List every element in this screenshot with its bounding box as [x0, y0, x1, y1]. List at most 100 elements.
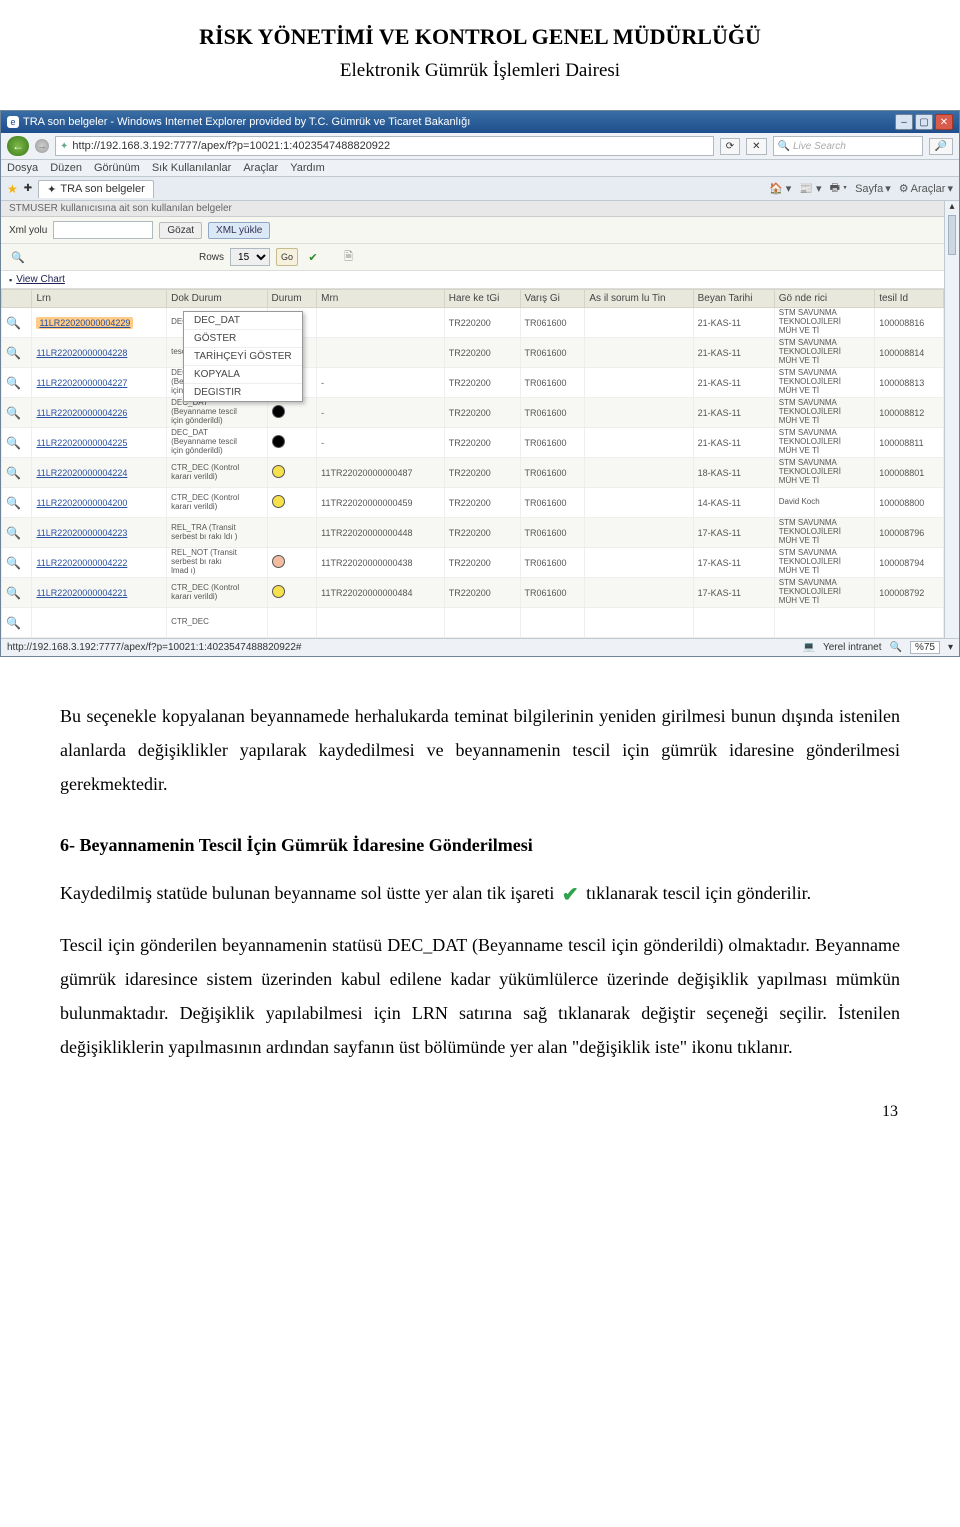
browse-button[interactable]: Gözat	[159, 222, 202, 239]
cell-mrn: 11TR22020000000459	[317, 488, 445, 518]
menu-tools[interactable]: Araçlar	[243, 162, 278, 174]
filter-search-icon[interactable]: 🔍	[9, 248, 27, 266]
cell-ast	[585, 548, 693, 578]
col-icon[interactable]	[2, 290, 32, 308]
ctx-item-kopyala[interactable]: KOPYALA	[184, 366, 302, 384]
lrn-link[interactable]: 11LR22020000004224	[36, 468, 127, 478]
home-button[interactable]: 🏠 ▾	[769, 179, 791, 198]
ctx-item-tarihce[interactable]: TARİHÇEYİ GÖSTER	[184, 348, 302, 366]
search-box[interactable]: 🔍 Live Search	[773, 136, 923, 156]
lrn-link[interactable]: 11LR22020000004223	[36, 528, 127, 538]
para-3: Tescil için gönderilen beyannamenin stat…	[60, 928, 900, 1065]
cell-mrn: 11TR22020000000438	[317, 548, 445, 578]
para-2a: Kaydedilmiş statüde bulunan beyanname so…	[60, 883, 554, 903]
col-lrn[interactable]: Lrn	[32, 290, 167, 308]
cell-dok-durum: REL_TRA (Transit serbest bı rakı ldı )	[171, 524, 241, 542]
cell-ast	[585, 428, 693, 458]
menu-view[interactable]: Görünüm	[94, 162, 140, 174]
status-dot-yellow-icon	[272, 495, 285, 508]
magnifier-icon[interactable]: 🔍	[6, 346, 21, 360]
col-mrn[interactable]: Mrn	[317, 290, 445, 308]
status-zoom[interactable]: %75	[910, 641, 940, 654]
refresh-button[interactable]: ⟳	[720, 138, 740, 155]
status-dot-yellow-icon	[272, 465, 285, 478]
collapse-icon[interactable]: ▪	[9, 275, 12, 285]
print-button[interactable]: 🖶 ▾	[830, 179, 848, 198]
magnifier-icon[interactable]: 🔍	[6, 556, 21, 570]
add-fav-button[interactable]: ✚	[24, 183, 32, 194]
col-tarih[interactable]: Beyan Tarihi	[693, 290, 774, 308]
cell-gonderici: STM SAVUNMA TEKNOLOJİLERİ MÜH VE Tİ	[779, 519, 849, 545]
doc-action-icon[interactable]: 🗎	[340, 248, 358, 266]
magnifier-icon[interactable]: 🔍	[6, 436, 21, 450]
rows-select[interactable]: 15	[230, 248, 270, 266]
cell-tarih	[693, 608, 774, 638]
lrn-link[interactable]: 11LR22020000004229	[36, 317, 133, 329]
magnifier-icon[interactable]: 🔍	[6, 376, 21, 390]
close-button[interactable]: ✕	[935, 114, 953, 130]
col-gon[interactable]: Gö nde rici	[774, 290, 874, 308]
search-go-button[interactable]: 🔎	[929, 138, 953, 155]
go-button[interactable]: Go	[276, 248, 298, 266]
magnifier-icon[interactable]: 🔍	[6, 466, 21, 480]
lrn-link[interactable]: 11LR22020000004222	[36, 558, 127, 568]
magnifier-icon[interactable]: 🔍	[6, 616, 21, 630]
zone-icon: 💻	[802, 642, 814, 653]
address-bar[interactable]: ✦ http://192.168.3.192:7777/apex/f?p=100…	[55, 136, 714, 156]
cell-tid: 100008814	[875, 338, 944, 368]
table-row: 🔍11LR22020000004200CTR_DEC (Kontrol kara…	[2, 488, 944, 518]
ctx-item-degistir[interactable]: DEGISTIR	[184, 384, 302, 401]
xml-path-input[interactable]	[53, 221, 153, 239]
tick-action-icon[interactable]: ✔	[304, 248, 322, 266]
lrn-link[interactable]: 11LR22020000004225	[36, 438, 127, 448]
stop-button[interactable]: ✕	[746, 138, 766, 155]
cell-tid: 100008813	[875, 368, 944, 398]
menu-file[interactable]: Dosya	[7, 162, 38, 174]
favorites-button[interactable]: ★	[7, 182, 18, 196]
col-ast[interactable]: As il sorum lu Tin	[585, 290, 693, 308]
lrn-link[interactable]: 11LR22020000004227	[36, 378, 127, 388]
scroll-thumb[interactable]	[948, 215, 956, 255]
cell-tid: 100008794	[875, 548, 944, 578]
col-ddurum[interactable]: Dok Durum	[167, 290, 267, 308]
back-button[interactable]: ←	[7, 136, 29, 156]
col-vg[interactable]: Varış Gi	[520, 290, 585, 308]
forward-button[interactable]: →	[35, 139, 49, 153]
menu-edit[interactable]: Düzen	[50, 162, 82, 174]
status-url: http://192.168.3.192:7777/apex/f?p=10021…	[7, 642, 301, 653]
cell-dok-durum: CTR_DEC (Kontrol kararı verildi)	[171, 464, 241, 482]
lrn-link[interactable]: 11LR22020000004228	[36, 348, 127, 358]
col-tid[interactable]: tesil Id	[875, 290, 944, 308]
magnifier-icon[interactable]: 🔍	[6, 316, 21, 330]
cell-durum	[267, 518, 317, 548]
cell-tarih: 17-KAS-11	[693, 578, 774, 608]
vertical-scrollbar[interactable]: ▴	[944, 201, 959, 638]
zoom-icon[interactable]: 🔍	[890, 642, 902, 653]
xml-upload-button[interactable]: XML yükle	[208, 222, 270, 239]
zoom-dropdown-icon[interactable]: ▾	[948, 642, 953, 653]
view-chart-link[interactable]: View Chart	[16, 274, 65, 285]
cell-vg: TR061600	[520, 428, 585, 458]
menu-fav[interactable]: Sık Kullanılanlar	[152, 162, 232, 174]
tab-current[interactable]: ✦ TRA son belgeler	[38, 180, 154, 198]
minimize-button[interactable]: –	[895, 114, 913, 130]
col-hg[interactable]: Hare ke tGi	[444, 290, 520, 308]
menu-help[interactable]: Yardım	[290, 162, 325, 174]
ctx-item-goster[interactable]: GÖSTER	[184, 330, 302, 348]
lrn-link[interactable]: 11LR22020000004226	[36, 408, 127, 418]
ctx-item-decdat[interactable]: DEC_DAT	[184, 312, 302, 330]
col-durum[interactable]: Durum	[267, 290, 317, 308]
cell-ast	[585, 578, 693, 608]
tools-menu[interactable]: ⚙ Araçlar ▾	[899, 179, 953, 198]
page-menu[interactable]: Sayfa ▾	[855, 179, 891, 198]
magnifier-icon[interactable]: 🔍	[6, 586, 21, 600]
lrn-link[interactable]: 11LR22020000004221	[36, 588, 127, 598]
magnifier-icon[interactable]: 🔍	[6, 406, 21, 420]
tabbar: ★ ✚ ✦ TRA son belgeler 🏠 ▾ 📰 ▾ 🖶 ▾ Sayfa…	[1, 177, 959, 201]
feeds-button[interactable]: 📰 ▾	[799, 179, 821, 198]
cell-gonderici: STM SAVUNMA TEKNOLOJİLERİ MÜH VE Tİ	[779, 459, 849, 485]
lrn-link[interactable]: 11LR22020000004200	[36, 498, 127, 508]
maximize-button[interactable]: ▢	[915, 114, 933, 130]
magnifier-icon[interactable]: 🔍	[6, 496, 21, 510]
magnifier-icon[interactable]: 🔍	[6, 526, 21, 540]
